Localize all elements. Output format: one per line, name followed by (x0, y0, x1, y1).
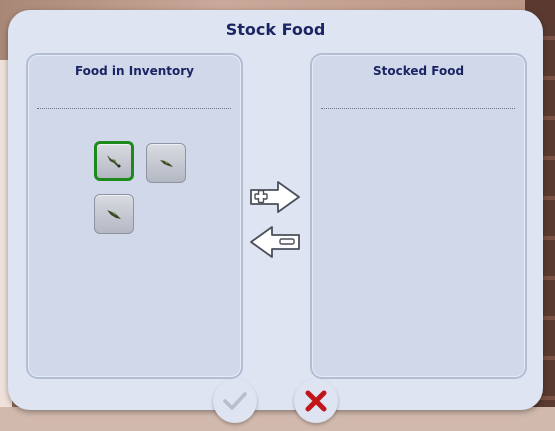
inventory-panel: Food in Inventory (26, 53, 243, 379)
close-x-icon (305, 390, 327, 412)
fish-food-icon (107, 210, 121, 219)
inventory-item-slot-1[interactable] (94, 141, 134, 181)
add-to-stock-button[interactable] (248, 180, 302, 218)
fish-food-icon (107, 155, 121, 168)
background-scene-bottom (0, 407, 555, 431)
stocked-panel-title: Stocked Food (372, 64, 465, 78)
stocked-divider (321, 108, 515, 109)
stocked-panel: Stocked Food (310, 53, 527, 379)
cancel-button[interactable] (294, 379, 338, 423)
remove-from-stock-button[interactable] (248, 225, 302, 263)
inventory-item-slot-2[interactable] (146, 143, 186, 183)
checkmark-icon (223, 392, 247, 410)
inventory-panel-title: Food in Inventory (74, 64, 195, 78)
arrow-right-plus-icon (250, 181, 300, 213)
fish-food-icon (160, 160, 173, 167)
inventory-item-slot-3[interactable] (94, 194, 134, 234)
accept-button[interactable] (213, 379, 257, 423)
arrow-left-minus-icon (250, 226, 300, 258)
dialog-title: Stock Food (225, 20, 326, 39)
inventory-divider (37, 108, 231, 109)
stock-food-dialog: Stock Food Food in Inventory Stocked Foo… (8, 10, 543, 410)
